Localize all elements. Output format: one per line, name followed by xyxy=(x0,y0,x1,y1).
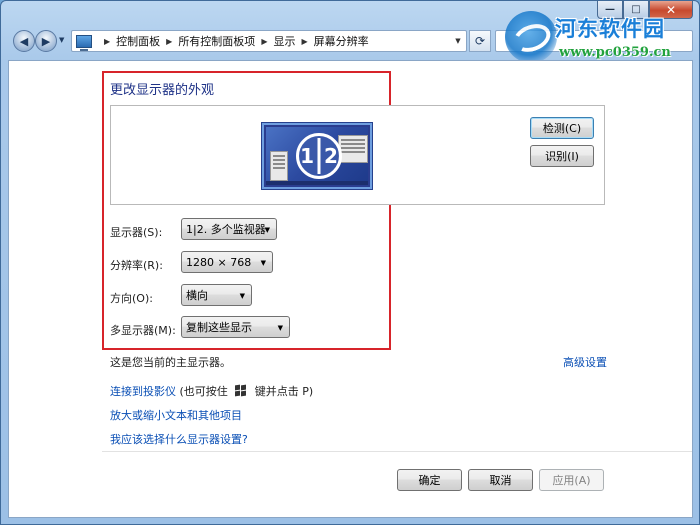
desktop-window-icon xyxy=(270,151,288,181)
multiple-displays-select[interactable]: 复制这些显示 ▼ xyxy=(181,316,290,338)
dropdown-arrow-icon: ▼ xyxy=(264,226,270,234)
connect-projector-link[interactable]: 连接到投影仪 xyxy=(110,385,176,398)
resolution-select[interactable]: 1280 × 768 ▼ xyxy=(181,251,273,273)
text-size-link[interactable]: 放大或缩小文本和其他项目 xyxy=(110,407,242,423)
display-label: 显示器(S): xyxy=(110,226,163,239)
breadcrumb-separator-icon[interactable]: ▶ xyxy=(104,37,110,46)
back-arrow-icon: ◀ xyxy=(19,34,29,48)
control-panel-icon xyxy=(76,34,92,51)
dropdown-arrow-icon: ▼ xyxy=(260,259,266,267)
watermark-logo-icon xyxy=(505,11,557,63)
breadcrumb-display[interactable]: 显示 xyxy=(273,33,295,49)
resolution-select-value: 1280 × 768 xyxy=(186,255,252,269)
refresh-button[interactable]: ⟳ xyxy=(469,30,491,52)
multiple-displays-select-value: 复制这些显示 xyxy=(186,321,252,334)
forward-arrow-icon: ▶ xyxy=(41,34,51,48)
display-select-value: 1|2. 多个监视器 xyxy=(186,223,266,236)
multiple-displays-label: 多显示器(M): xyxy=(110,324,176,337)
monitor-divider xyxy=(317,138,321,174)
ok-button[interactable]: 确定 xyxy=(397,469,462,491)
primary-display-note: 这是您当前的主显示器。 xyxy=(110,356,231,369)
monitor-desktop: 1 2 xyxy=(266,127,368,185)
orientation-select[interactable]: 横向 ▼ xyxy=(181,284,252,306)
breadcrumb-separator-icon[interactable]: ▶ xyxy=(261,37,267,46)
forward-button[interactable]: ▶ xyxy=(35,30,57,52)
refresh-icon: ⟳ xyxy=(474,34,486,48)
recent-pages-dropdown-icon[interactable]: ▼ xyxy=(59,36,64,44)
monitor-preview[interactable]: 1 2 xyxy=(261,122,373,190)
monitor-number-1: 1 xyxy=(300,144,314,168)
detect-button[interactable]: 检测(C) xyxy=(530,117,594,139)
apply-button[interactable]: 应用(A) xyxy=(539,469,604,491)
dropdown-arrow-icon: ▼ xyxy=(239,292,245,300)
monitor-number-badge: 1 2 xyxy=(296,133,342,179)
footer-divider xyxy=(102,451,692,452)
orientation-label: 方向(O): xyxy=(110,292,153,305)
breadcrumb-separator-icon[interactable]: ▶ xyxy=(301,37,307,46)
cancel-button[interactable]: 取消 xyxy=(468,469,533,491)
page-title: 更改显示器的外观 xyxy=(110,83,215,98)
desktop-taskbar xyxy=(266,181,368,185)
back-button[interactable]: ◀ xyxy=(13,30,35,52)
breadcrumb-control-panel[interactable]: 控制面板 xyxy=(116,33,160,49)
watermark-url: www.pc0359.cn xyxy=(559,45,671,60)
breadcrumb-all-items[interactable]: 所有控制面板项 xyxy=(178,33,255,49)
monitor-preview-panel: 1 2 检测(C) 识别(I) xyxy=(110,105,605,205)
orientation-select-value: 横向 xyxy=(186,289,208,302)
desktop-window-icon xyxy=(338,135,368,163)
address-bar[interactable]: ▶ 控制面板 ▶ 所有控制面板项 ▶ 显示 ▶ 屏幕分辨率 ▼ xyxy=(71,30,467,52)
control-panel-window: — □ ✕ ◀ ▶ ▼ ▶ 控制面板 ▶ 所有控制面板项 ▶ 显示 ▶ 屏幕分辨… xyxy=(0,0,700,525)
projector-hint-start: (也可按住 xyxy=(179,385,228,398)
advanced-settings-link[interactable]: 高级设置 xyxy=(563,354,607,370)
dropdown-arrow-icon: ▼ xyxy=(277,324,283,332)
breadcrumb-screen-resolution[interactable]: 屏幕分辨率 xyxy=(314,33,369,49)
display-settings-help-link[interactable]: 我应该选择什么显示器设置? xyxy=(110,431,248,447)
watermark-logo: 河东软件园 www.pc0359.cn xyxy=(499,7,699,67)
address-dropdown-icon[interactable]: ▼ xyxy=(450,31,466,51)
projector-hint-end: 键并点击 P) xyxy=(254,385,314,398)
watermark-title: 河东软件园 xyxy=(555,16,665,41)
projector-row: 连接到投影仪 (也可按住 键并点击 P) xyxy=(110,383,313,399)
content-area: 更改显示器的外观 1 2 检测(C) 识别(I) 显示器(S): 1|2. 多个… xyxy=(8,60,693,518)
monitor-number-2: 2 xyxy=(324,144,338,168)
identify-button[interactable]: 识别(I) xyxy=(530,145,594,167)
resolution-label: 分辨率(R): xyxy=(110,259,163,272)
windows-logo-icon xyxy=(235,384,247,397)
breadcrumb-separator-icon[interactable]: ▶ xyxy=(166,37,172,46)
display-select[interactable]: 1|2. 多个监视器 ▼ xyxy=(181,218,277,240)
